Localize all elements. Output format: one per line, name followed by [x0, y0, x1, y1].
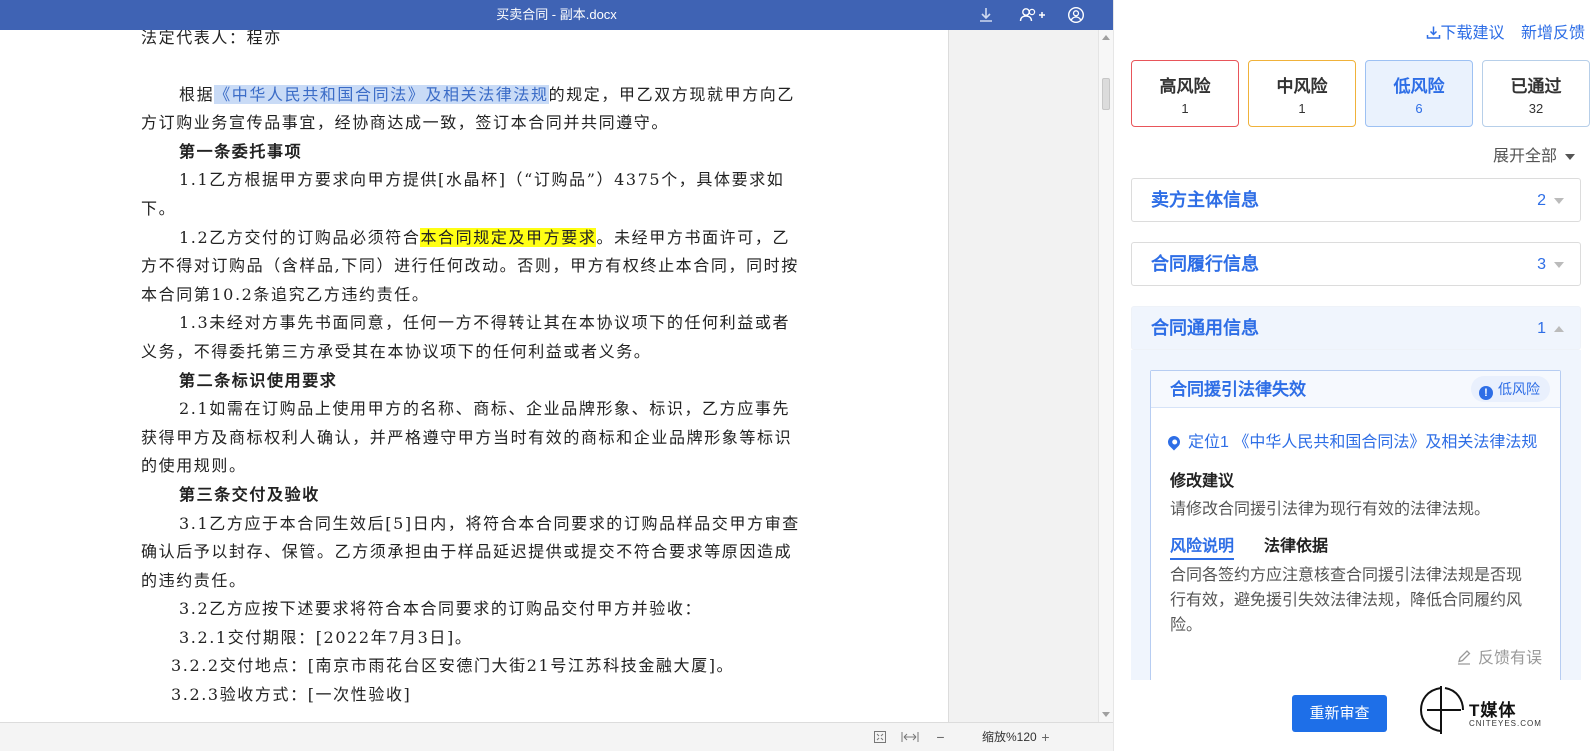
doc-line-representative: 法定代表人：程亦 [141, 30, 282, 47]
document-editor: 买卖合同 - 副本.docx 法定代表人：程亦 根据《中华人民共和国合同法》及相… [0, 0, 1113, 751]
section-performance-info[interactable]: 合同履行信息 3 [1131, 242, 1581, 286]
section-seller-info[interactable]: 卖方主体信息 2 [1131, 178, 1581, 222]
doc-clause-3-1: 3.1乙方应于本合同生效后[5]日内，将符合本合同要求的订购品样品交甲方审查确认… [141, 513, 800, 590]
fit-width-icon[interactable] [901, 730, 919, 744]
section-general-info-body: 合同援引法律失效 ! 低风险 定位1 《中华人民共和国合同法》及相关法律法规 修改… [1131, 350, 1581, 680]
watermark-logo: T媒体 CNITEYES.COM [1419, 680, 1589, 740]
status-bar: − 缩放%120 + [0, 722, 1113, 751]
zoom-out-icon[interactable]: − [933, 730, 948, 744]
download-suggestion-link[interactable]: 下载建议 [1426, 25, 1509, 42]
vertical-scrollbar[interactable] [1098, 30, 1113, 722]
doc-article-2-title: 第二条标识使用要求 [179, 370, 338, 390]
doc-article-1-title: 第一条委托事项 [179, 141, 303, 161]
scroll-up-icon[interactable] [1102, 35, 1110, 40]
issue-title: 合同援引法律失效 [1170, 380, 1306, 399]
doc-article-3-title: 第三条交付及验收 [179, 484, 320, 504]
download-tray-icon [1426, 26, 1440, 39]
risk-explanation-text: 合同各签约方应注意核查合同援引法律法规是否现行有效，避免援引失效法律法规，降低合… [1170, 567, 1523, 634]
panel-actions: 下载建议 新增反馈 [1426, 19, 1585, 43]
doc-clause-3-2-2: 3.2.2交付地点：[南京市雨花台区安德门大街21号江苏科技金融大厦]。 [171, 656, 735, 676]
location-pin-icon [1168, 433, 1183, 451]
locate-link[interactable]: 定位1 《中华人民共和国合同法》及相关法律法规 [1168, 428, 1548, 452]
chevron-down-icon [1554, 197, 1564, 204]
doc-clause-1-2: 1.2乙方交付的订购品必须符合本合同规定及甲方要求。未经甲方书面许可，乙方不得对… [141, 227, 799, 304]
doc-clause-1-3: 1.3未经对方事先书面同意，任何一方不得转让其在本协议项下的任何利益或者义务，不… [141, 313, 791, 361]
doc-clause-2-1: 2.1如需在订购品上使用甲方的名称、商标、企业品牌形象、标识，乙方应事先获得甲方… [141, 399, 793, 476]
issue-card: 合同援引法律失效 ! 低风险 定位1 《中华人民共和国合同法》及相关法律法规 修改… [1150, 370, 1561, 680]
account-icon[interactable] [1067, 6, 1085, 24]
zoom-in-icon[interactable]: + [1038, 730, 1053, 744]
document-canvas[interactable]: 法定代表人：程亦 根据《中华人民共和国合同法》及相关法律法规的规定，甲乙双方现就… [0, 30, 948, 722]
chevron-down-icon [1554, 261, 1564, 268]
fit-page-icon[interactable] [872, 730, 887, 744]
doc-clause-1-1: 1.1乙方根据甲方要求向甲方提供[水晶杯]（“订购品”）4375个，具体要求如下… [141, 170, 785, 218]
download-icon[interactable] [977, 6, 995, 24]
page-margin-area [948, 30, 1098, 722]
risk-card-passed[interactable]: 已通过 32 [1482, 60, 1590, 127]
alert-icon: ! [1479, 386, 1493, 400]
section-general-info[interactable]: 合同通用信息 1 [1131, 306, 1581, 350]
scrollbar-thumb[interactable] [1102, 78, 1110, 110]
suggestion-title: 修改建议 [1170, 473, 1235, 490]
highlight-legal-reference[interactable]: 《中华人民共和国合同法》及相关法律法规 [214, 84, 549, 104]
zoom-level: 缩放%120 [982, 730, 1037, 744]
doc-clause-3-2: 3.2乙方应按下述要求将符合本合同要求的订购品交付甲方并验收： [179, 599, 703, 619]
tab-legal-basis[interactable]: 法律依据 [1264, 532, 1328, 556]
chevron-up-icon [1554, 325, 1564, 332]
highlight-contract-requirement[interactable]: 本合同规定及甲方要求 [420, 227, 597, 247]
doc-clause-3-2-1: 3.2.1交付期限：[2022年7月3日]。 [179, 627, 473, 647]
risk-level-badge: ! 低风险 [1471, 376, 1550, 402]
document-page[interactable]: 法定代表人：程亦 根据《中华人民共和国合同法》及相关法律法规的规定，甲乙双方现就… [141, 30, 803, 710]
suggestion-text: 请修改合同援引法律为现行有效的法律法规。 [1170, 501, 1491, 518]
add-user-icon[interactable] [1019, 6, 1047, 24]
report-error-button[interactable]: 反馈有误 [1456, 644, 1542, 668]
expand-all-toggle[interactable]: 展开全部 [1493, 142, 1575, 166]
issue-header: 合同援引法律失效 ! 低风险 [1151, 371, 1560, 408]
add-feedback-link[interactable]: 新增反馈 [1521, 25, 1585, 42]
risk-card-low[interactable]: 低风险 6 [1365, 60, 1473, 127]
risk-card-high[interactable]: 高风险 1 [1131, 60, 1239, 127]
scroll-down-icon[interactable] [1102, 712, 1110, 717]
review-panel: 下载建议 新增反馈 高风险 1 中风险 1 低风险 6 已通过 32 展开全部 … [1113, 0, 1595, 751]
doc-clause-3-2-3: 3.2.3验收方式：[一次性验收] [171, 685, 412, 705]
risk-card-medium[interactable]: 中风险 1 [1248, 60, 1356, 127]
title-bar: 买卖合同 - 副本.docx [0, 0, 1113, 30]
doc-intro-paragraph: 根据《中华人民共和国合同法》及相关法律法规的规定，甲乙双方现就甲方向乙方订购业务… [141, 84, 796, 133]
tab-risk-explanation[interactable]: 风险说明 [1170, 532, 1235, 560]
document-title: 买卖合同 - 副本.docx [496, 7, 617, 22]
chevron-down-icon [1565, 153, 1575, 160]
re-review-button[interactable]: 重新审查 [1292, 695, 1387, 732]
pencil-icon [1457, 650, 1471, 665]
